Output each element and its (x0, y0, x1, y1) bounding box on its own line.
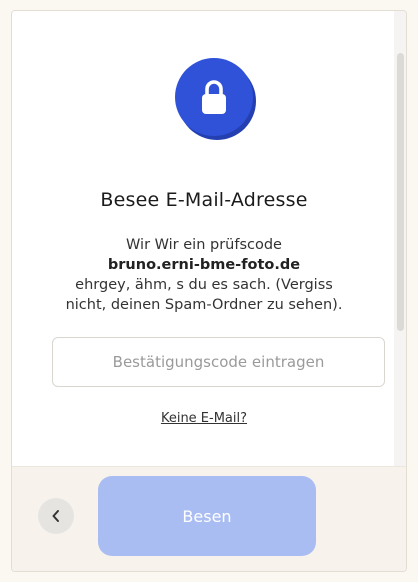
instructions-line-3: ehrgey, ähm, s du es sach. (Vergiss (75, 277, 333, 293)
submit-button[interactable]: Besen (98, 476, 316, 556)
lock-badge (175, 58, 253, 136)
back-button[interactable] (38, 498, 74, 534)
no-email-link[interactable]: Keine E-Mail? (12, 411, 396, 426)
instructions-line-1: Wir Wir ein prüfscode (126, 237, 282, 253)
instructions-text: Wir Wir ein prüfscode bruno.erni-bme-fot… (12, 235, 396, 315)
chevron-left-icon (52, 510, 59, 522)
dialog-content[interactable]: Besee E-Mail-Adresse Wir Wir ein prüfsco… (12, 11, 396, 466)
scrollbar-thumb[interactable] (397, 53, 404, 331)
page-title: Besee E-Mail-Adresse (100, 189, 308, 211)
scrollbar[interactable] (394, 11, 406, 466)
email-address: bruno.erni-bme-foto.de (107, 257, 301, 273)
lock-icon (202, 80, 226, 114)
verification-code-input[interactable] (52, 337, 385, 387)
instructions-line-4: nicht, deinen Spam-Ordner zu sehen). (65, 297, 343, 313)
